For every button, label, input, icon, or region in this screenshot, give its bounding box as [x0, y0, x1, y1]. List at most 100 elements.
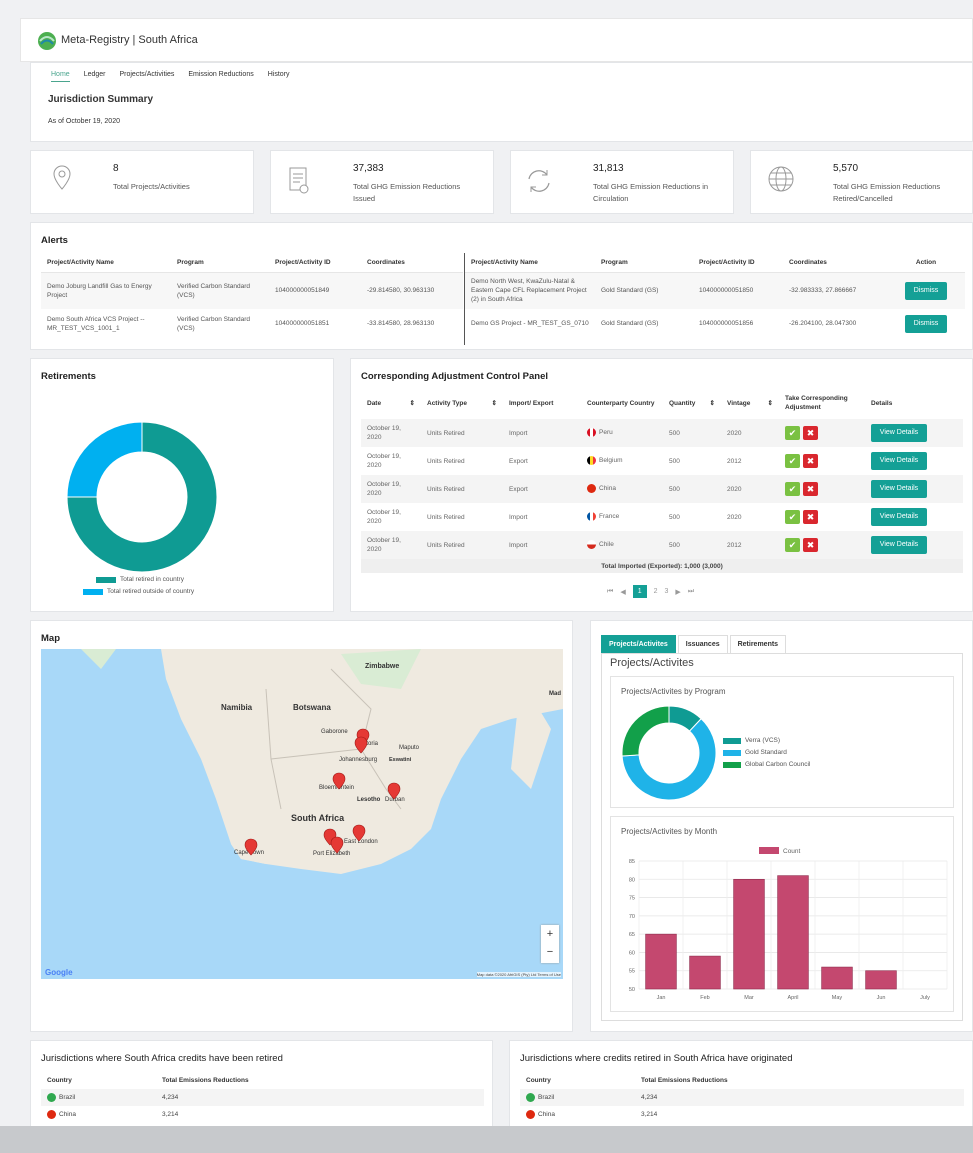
view-details-button[interactable]: View Details	[871, 508, 927, 526]
x-tick-label: April	[787, 995, 798, 1001]
view-details-button[interactable]: View Details	[871, 480, 927, 498]
country-name: China	[599, 485, 616, 493]
tab-home[interactable]: Home	[51, 71, 70, 82]
chile-flag-icon	[587, 540, 596, 550]
donut-slice	[621, 705, 670, 757]
col-header: Coordinates	[361, 253, 463, 273]
country-name: China	[538, 1111, 555, 1119]
bottom-overlay	[0, 1126, 973, 1153]
y-tick-label: 80	[629, 877, 635, 883]
projects-panel: Projects/Activites Projects/Activites by…	[601, 653, 963, 1021]
map-view[interactable]: Zimbabwe Namibia Botswana Gaborone Preto…	[41, 649, 563, 979]
cell-country: Peru	[581, 419, 663, 447]
table-cell: 104000000051856	[699, 320, 754, 327]
x-tick-label: July	[920, 995, 930, 1001]
accept-icon[interactable]: ✔	[785, 426, 800, 440]
stat-value: 8	[113, 163, 119, 174]
china-flag-icon	[47, 1110, 56, 1119]
y-tick-label: 60	[629, 950, 635, 956]
reject-icon[interactable]: ✖	[803, 510, 818, 524]
cell-vintage: 2020	[727, 513, 742, 521]
accept-icon[interactable]: ✔	[785, 510, 800, 524]
dismiss-button[interactable]: Dismiss	[905, 314, 947, 333]
tab-projects[interactable]: Projects/Activities	[119, 71, 174, 82]
page-button[interactable]: 3	[665, 588, 669, 595]
dismiss-button[interactable]: Dismiss	[905, 281, 947, 300]
x-tick-label: Jun	[877, 995, 886, 1001]
prev-page-icon[interactable]: ◀	[620, 588, 625, 596]
bar	[689, 955, 721, 990]
zoom-in-button[interactable]: +	[541, 925, 559, 943]
stat-value: 37,383	[353, 163, 384, 174]
col-header: Program	[595, 253, 693, 273]
y-tick-label: 65	[629, 932, 635, 938]
table-row: October 19, 2020 Units Retired Export Ch…	[361, 475, 963, 503]
stat-label: Total GHG Emission Reductions Retired/Ca…	[833, 182, 941, 203]
col-header-vintage[interactable]: Vintage ⇕	[721, 387, 779, 419]
tab-projects-activities[interactable]: Projects/Activites	[601, 635, 676, 654]
col-header-label: Vintage	[727, 399, 751, 407]
cell-import-export: Import	[503, 419, 581, 447]
adjustment-panel-title: Corresponding Adjustment Control Panel	[361, 371, 549, 382]
tab-ledger[interactable]: Ledger	[84, 71, 106, 82]
adjustment-panel-card: Corresponding Adjustment Control Panel D…	[350, 358, 973, 612]
page-button[interactable]: 1	[632, 585, 647, 598]
retirements-title: Retirements	[41, 371, 96, 382]
peru-flag-icon	[587, 428, 596, 438]
col-header: Project/Activity ID	[693, 253, 783, 273]
first-page-icon[interactable]: ⏮	[607, 588, 613, 596]
view-details-button[interactable]: View Details	[871, 452, 927, 470]
reject-icon[interactable]: ✖	[803, 482, 818, 496]
legend-swatch	[83, 588, 103, 595]
projects-tabs: Projects/Activites Issuances Retirements	[601, 635, 788, 654]
tab-issuances[interactable]: Issuances	[677, 635, 728, 654]
logo-icon	[38, 32, 56, 50]
zoom-out-button[interactable]: −	[541, 943, 559, 961]
country-name: Brazil	[59, 1094, 76, 1102]
country-name: France	[599, 513, 620, 521]
cell-country: Chile	[581, 531, 663, 559]
cell-country: China	[581, 475, 663, 503]
cell-country: Belgium	[581, 447, 663, 475]
page-button[interactable]: 2	[654, 588, 658, 595]
accept-icon[interactable]: ✔	[785, 538, 800, 552]
table-cell: Demo North West, KwaZulu-Natal & Eastern…	[465, 272, 595, 309]
col-header-quantity[interactable]: Quantity ⇕	[663, 387, 721, 419]
cell-import-export: Export	[503, 475, 581, 503]
pagination: ⏮ ◀ 1 2 3 ▶ ⏭	[607, 585, 694, 598]
legend-swatch	[723, 749, 741, 756]
accept-icon[interactable]: ✔	[785, 454, 800, 468]
jurisdictions-origin-table: Country Total Emissions Reductions Brazi…	[520, 1071, 964, 1123]
view-details-button[interactable]: View Details	[871, 536, 927, 554]
reject-icon[interactable]: ✖	[803, 454, 818, 468]
jurisdictions-retired-title: Jurisdictions where South Africa credits…	[41, 1053, 283, 1064]
nav-tabs: Home Ledger Projects/Activities Emission…	[51, 71, 290, 82]
cell-type: Units Retired	[427, 457, 465, 465]
cell-import-export: Import	[509, 513, 528, 521]
map-markers	[244, 728, 401, 856]
cell-vintage: 2012	[721, 531, 779, 559]
accept-icon[interactable]: ✔	[785, 482, 800, 496]
view-details-button[interactable]: View Details	[871, 424, 927, 442]
month-bar-chart: Count 50 55 60 65 70 75 80 85 Jan Feb Mar April May Ju…	[629, 847, 948, 1001]
col-header-import-export[interactable]: Import/ Export	[503, 387, 581, 419]
next-page-icon[interactable]: ▶	[675, 588, 680, 596]
reject-icon[interactable]: ✖	[803, 426, 818, 440]
legend-item: Global Carbon Council	[723, 761, 810, 768]
tab-emission-reductions[interactable]: Emission Reductions	[188, 71, 253, 82]
tab-history[interactable]: History	[268, 71, 290, 82]
jurisdictions-retired-table: Country Total Emissions Reductions Brazi…	[41, 1071, 484, 1123]
table-row: China 3,214	[41, 1106, 484, 1123]
col-header: Coordinates	[783, 253, 887, 273]
x-tick-label: Feb	[700, 995, 709, 1001]
last-page-icon[interactable]: ⏭	[688, 588, 694, 596]
col-header-date[interactable]: Date ⇕	[361, 387, 421, 419]
map-marker-icon	[387, 782, 401, 800]
country-name: Chile	[599, 541, 614, 549]
x-tick-label: May	[832, 995, 843, 1001]
map-marker-icon	[244, 838, 258, 856]
col-header-activity[interactable]: Activity Type ⇕	[421, 387, 503, 419]
tab-retirements[interactable]: Retirements	[729, 635, 787, 654]
bar	[733, 878, 765, 990]
reject-icon[interactable]: ✖	[803, 538, 818, 552]
